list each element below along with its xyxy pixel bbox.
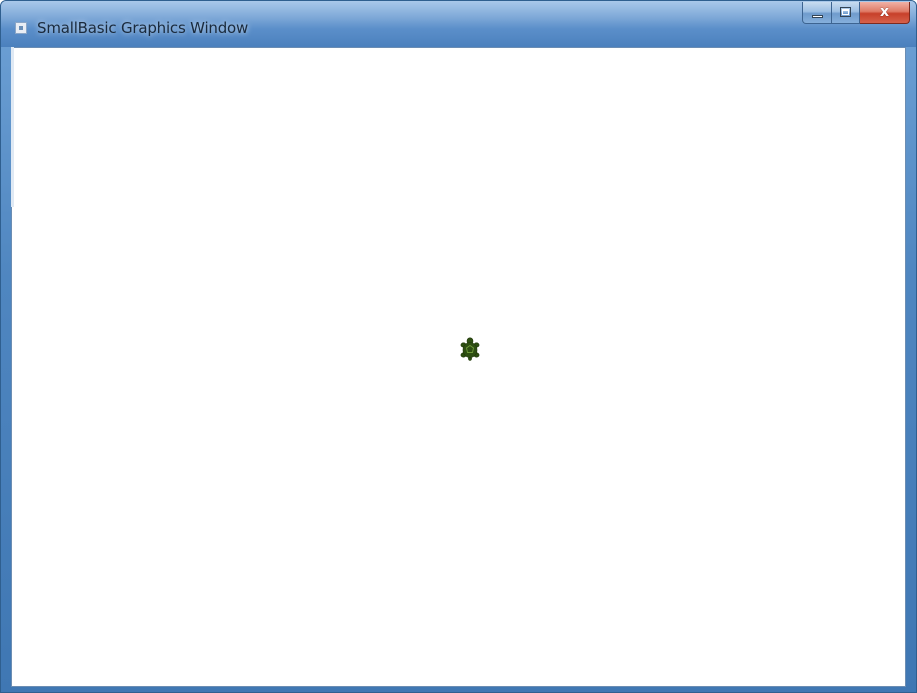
minimize-icon xyxy=(812,15,823,18)
graphics-window: SmallBasic Graphics Window x xyxy=(0,0,917,693)
maximize-icon xyxy=(840,7,851,17)
minimize-button[interactable] xyxy=(802,2,832,24)
turtle-icon xyxy=(460,337,480,361)
window-edge-highlight xyxy=(11,47,14,207)
close-button[interactable]: x xyxy=(860,2,910,24)
title-bar[interactable]: SmallBasic Graphics Window x xyxy=(1,1,916,47)
caption-buttons: x xyxy=(802,2,910,24)
app-icon[interactable] xyxy=(15,22,27,34)
maximize-button[interactable] xyxy=(832,2,860,24)
close-icon: x xyxy=(879,4,890,20)
window-title: SmallBasic Graphics Window xyxy=(37,19,249,37)
graphics-canvas[interactable] xyxy=(11,47,906,687)
